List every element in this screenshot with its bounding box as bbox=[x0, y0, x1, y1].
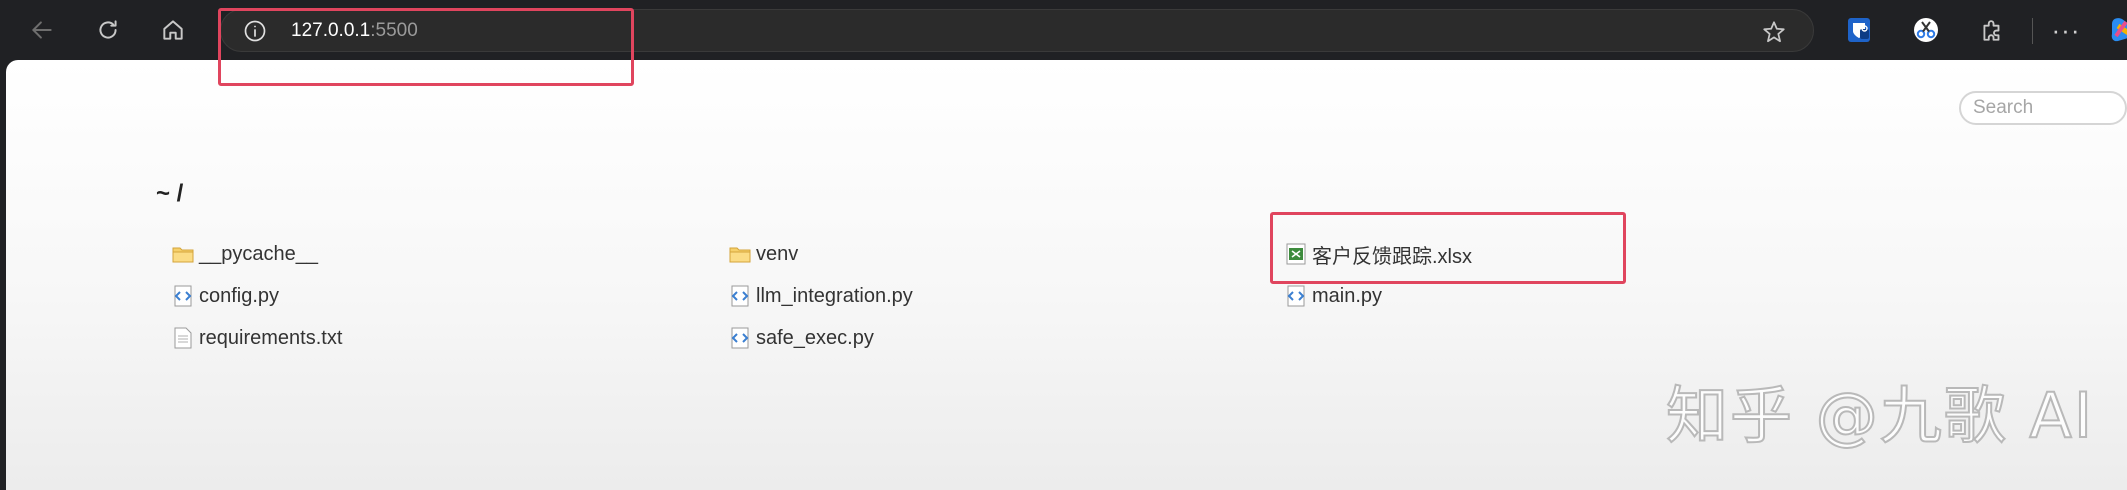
file-item-venv[interactable]: venv bbox=[728, 239, 798, 269]
more-button[interactable]: ··· bbox=[2048, 14, 2084, 46]
file-item-safe-exec-py[interactable]: safe_exec.py bbox=[728, 323, 874, 353]
folder-icon bbox=[728, 242, 752, 266]
python-file-icon bbox=[728, 284, 752, 308]
url-host: 127.0.0.1 bbox=[291, 20, 371, 41]
copilot-icon[interactable] bbox=[2108, 14, 2127, 46]
file-item-requirements-txt[interactable]: requirements.txt bbox=[171, 323, 342, 353]
file-name: requirements.txt bbox=[199, 326, 343, 349]
file-name: config.py bbox=[199, 284, 280, 307]
file-item-main-py[interactable]: main.py bbox=[1284, 281, 1382, 311]
reload-icon bbox=[99, 20, 117, 39]
breadcrumb: ~ / bbox=[156, 180, 184, 207]
address-bar[interactable]: 127.0.0.1:5500 bbox=[220, 9, 1814, 52]
home-button[interactable] bbox=[155, 12, 191, 48]
file-name: llm_integration.py bbox=[756, 284, 913, 307]
url-port: :5500 bbox=[370, 20, 418, 41]
file-name: safe_exec.py bbox=[756, 326, 874, 349]
file-name: main.py bbox=[1312, 284, 1383, 307]
browser-toolbar: 127.0.0.1:5500 ··· bbox=[0, 0, 2127, 60]
scissors-extension-icon[interactable] bbox=[1910, 14, 1942, 46]
text-file-icon bbox=[171, 326, 195, 350]
python-file-icon bbox=[171, 284, 195, 308]
search-input[interactable] bbox=[1959, 91, 2127, 125]
file-name: 客户反馈跟踪.xlsx bbox=[1312, 245, 1472, 268]
more-icon: ··· bbox=[2051, 14, 2081, 45]
excel-file-icon bbox=[1284, 242, 1308, 266]
python-file-icon bbox=[1284, 284, 1308, 308]
star-icon[interactable] bbox=[1761, 19, 1787, 45]
back-button[interactable] bbox=[24, 12, 60, 48]
url-text[interactable]: 127.0.0.1:5500 bbox=[291, 20, 418, 42]
toolbar-divider bbox=[2032, 18, 2033, 44]
arrow-left-icon bbox=[32, 21, 52, 39]
python-file-icon bbox=[728, 326, 752, 350]
shield-extension-icon[interactable] bbox=[1843, 14, 1875, 46]
reload-button[interactable] bbox=[90, 12, 126, 48]
watermark: 知乎 @九歌 AI bbox=[1665, 378, 2095, 453]
directory-listing-page: ~ / __pycache__ venv 客户反馈跟踪.xlsx config.… bbox=[6, 60, 2127, 490]
file-name: __pycache__ bbox=[199, 242, 318, 265]
file-item-config-py[interactable]: config.py bbox=[171, 281, 279, 311]
file-item-llm-integration-py[interactable]: llm_integration.py bbox=[728, 281, 913, 311]
file-name: venv bbox=[756, 242, 799, 265]
file-item-pycache[interactable]: __pycache__ bbox=[171, 239, 318, 269]
puzzle-icon[interactable] bbox=[1976, 14, 2008, 46]
folder-icon bbox=[171, 242, 195, 266]
home-icon bbox=[163, 20, 183, 40]
file-item-xlsx[interactable]: 客户反馈跟踪.xlsx bbox=[1284, 239, 1472, 269]
info-icon[interactable] bbox=[243, 19, 267, 43]
